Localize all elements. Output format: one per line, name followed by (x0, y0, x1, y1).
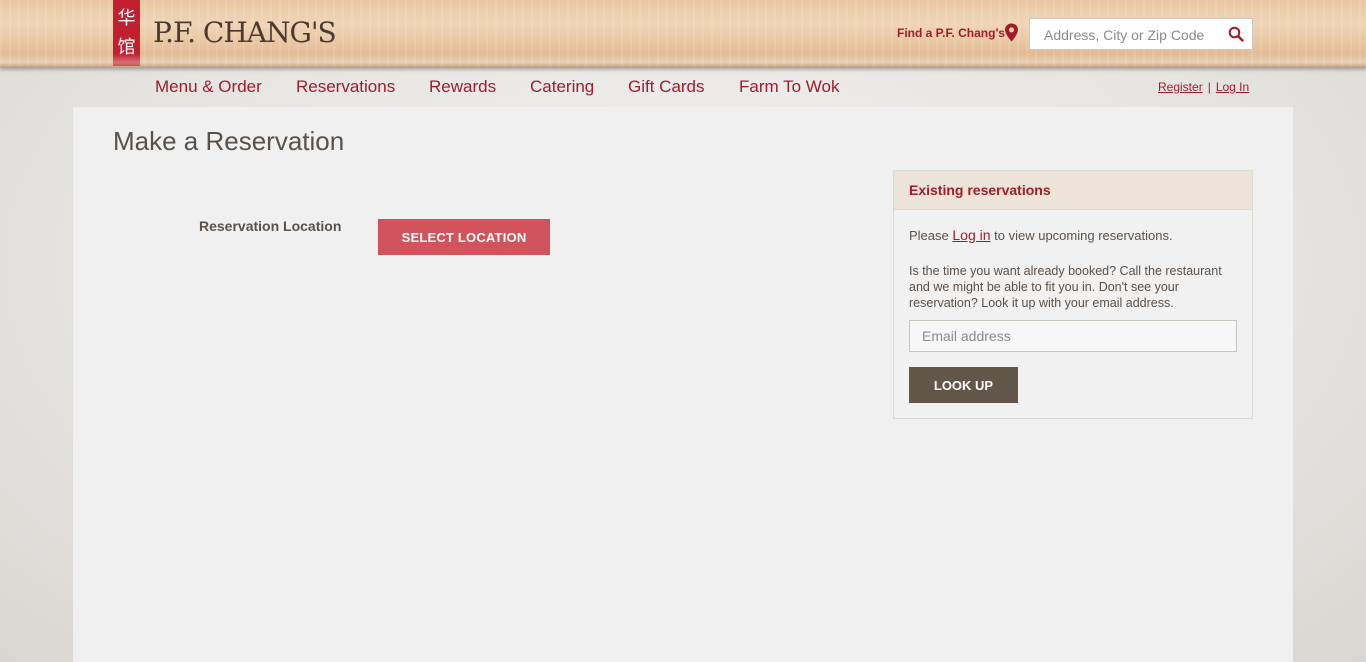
register-link[interactable]: Register (1158, 80, 1203, 94)
card-login-link[interactable]: Log in (952, 227, 990, 243)
map-pin-icon[interactable] (1004, 23, 1019, 42)
nav-catering[interactable]: Catering (530, 77, 594, 97)
page-title: Make a Reservation (113, 126, 345, 156)
nav-menu-order[interactable]: Menu & Order (155, 77, 262, 97)
lookup-help-text: Is the time you want already booked? Cal… (909, 264, 1222, 310)
logo-char-1: 华 (117, 7, 136, 29)
login-prompt: Please Log in to view upcoming reservati… (909, 227, 1173, 243)
main-panel: Make a Reservation Reservation Location … (73, 107, 1293, 662)
nav-gift-cards[interactable]: Gift Cards (628, 77, 705, 97)
site-header: 华 馆 P.F. CHANG'S Find a P.F. Chang's (0, 0, 1366, 68)
logo-char-2: 馆 (117, 36, 136, 58)
select-location-button[interactable]: SELECT LOCATION (378, 219, 550, 255)
search-icon[interactable] (1228, 26, 1244, 42)
logo-mark[interactable]: 华 馆 (113, 0, 140, 66)
nav-rewards[interactable]: Rewards (429, 77, 496, 97)
login-link[interactable]: Log In (1216, 80, 1249, 94)
auth-separator: | (1207, 80, 1211, 94)
location-search (1029, 18, 1253, 51)
login-prompt-prefix: Please (909, 228, 953, 243)
email-field[interactable] (909, 320, 1237, 352)
nav-farm-to-wok[interactable]: Farm To Wok (739, 77, 839, 97)
find-restaurant-link[interactable]: Find a P.F. Chang's (897, 26, 1005, 40)
existing-reservations-heading: Existing reservations (894, 171, 1252, 210)
logo-text[interactable]: P.F. CHANG'S (153, 16, 337, 49)
nav-reservations[interactable]: Reservations (296, 77, 395, 97)
location-search-input[interactable] (1042, 19, 1226, 51)
auth-links: Register | Log In (1158, 80, 1249, 94)
existing-reservations-card: Existing reservations Please Log in to v… (893, 170, 1253, 419)
login-prompt-suffix: to view upcoming reservations. (990, 228, 1173, 243)
reservation-location-label: Reservation Location (199, 218, 342, 234)
look-up-button[interactable]: LOOK UP (909, 367, 1018, 403)
